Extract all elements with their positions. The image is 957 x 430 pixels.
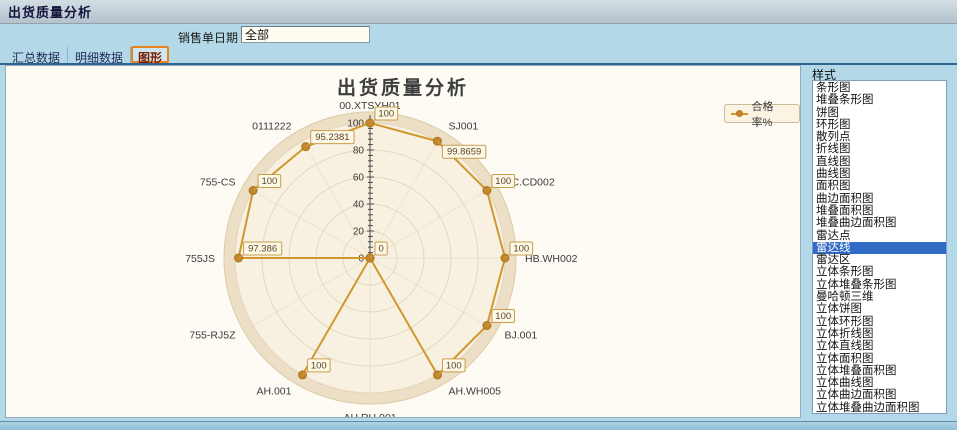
status-strip	[0, 421, 957, 430]
tab-summary-data[interactable]: 汇总数据	[5, 47, 68, 63]
style-list-item[interactable]: 立体面积图	[813, 353, 946, 365]
style-list-item[interactable]: 雷达点	[813, 230, 946, 242]
radar-category-label: SJ001	[449, 120, 479, 132]
radar-value-label: 100	[261, 176, 277, 187]
style-list-item[interactable]: 饼图	[813, 107, 946, 119]
style-list-item[interactable]: 立体环形图	[813, 316, 946, 328]
radar-value-label: 100	[311, 360, 327, 371]
style-list-item[interactable]: 直线图	[813, 156, 946, 168]
radar-axis-tick-label: 40	[353, 200, 365, 211]
style-list-item[interactable]: 立体堆叠曲边面积图	[813, 402, 946, 414]
style-list-item[interactable]: 立体折线图	[813, 328, 946, 340]
radar-data-point	[249, 187, 257, 195]
style-list-item[interactable]: 立体曲边面积图	[813, 389, 946, 401]
style-list-item[interactable]: 堆叠曲边面积图	[813, 217, 946, 229]
window-title: 出货质量分析	[8, 2, 92, 21]
style-list-item[interactable]: 立体堆叠面积图	[813, 365, 946, 377]
radar-value-label: 97.386	[248, 244, 277, 255]
style-listbox[interactable]: 条形图堆叠条形图饼图环形图散列点折线图直线图曲线图面积图曲边面积图堆叠面积图堆叠…	[812, 80, 947, 414]
legend-line-marker-icon	[731, 110, 748, 117]
radar-value-label: 100	[513, 244, 529, 255]
radar-category-label: 755-RJ5Z	[189, 330, 236, 342]
style-sidebar: 样式 条形图堆叠条形图饼图环形图散列点折线图直线图曲线图面积图曲边面积图堆叠面积…	[808, 65, 950, 418]
radar-value-label: 100	[495, 311, 511, 322]
radar-category-label: 0111222	[252, 120, 291, 132]
style-list-item[interactable]: 雷达线	[813, 242, 946, 254]
style-list-item[interactable]: 立体堆叠条形图	[813, 279, 946, 291]
radar-category-label: HB.WH002	[525, 253, 578, 265]
style-list-item[interactable]: 曲线图	[813, 168, 946, 180]
sales-date-label: 销售单日期	[0, 29, 238, 46]
radar-category-label: AH.001	[256, 386, 291, 398]
style-list-item[interactable]: 散列点	[813, 131, 946, 143]
style-list-item[interactable]: 立体饼图	[813, 303, 946, 315]
chart-title: 出货质量分析	[6, 73, 800, 100]
radar-category-label: 755JS	[185, 253, 215, 265]
style-list-item[interactable]: 条形图	[813, 82, 946, 94]
style-list-item[interactable]: 立体条形图	[813, 266, 946, 278]
legend-label: 合格率%	[752, 98, 794, 130]
chart-legend: 合格率%	[724, 104, 800, 123]
tab-graph[interactable]: 图形	[131, 46, 169, 63]
radar-axis-tick-label: 60	[353, 173, 365, 184]
radar-category-label: 755-CS	[200, 177, 236, 189]
style-list-item[interactable]: 堆叠面积图	[813, 205, 946, 217]
style-list-item[interactable]: 曼哈顿三维	[813, 291, 946, 303]
radar-value-label: 100	[378, 109, 394, 120]
radar-value-label: 100	[446, 360, 462, 371]
style-list-item[interactable]: 堆叠条形图	[813, 94, 946, 106]
style-list-item[interactable]: 环形图	[813, 119, 946, 131]
radar-category-label: BJ.001	[505, 330, 538, 342]
radar-chart: 02040608010000.XTSYH01SJ001SC.CD002HB.WH…	[6, 66, 800, 417]
radar-category-label: AH.WH005	[449, 386, 502, 398]
tab-detail-data[interactable]: 明细数据	[68, 47, 131, 63]
radar-axis-tick-label: 20	[353, 227, 365, 238]
tab-bar: 汇总数据明细数据图形	[5, 46, 169, 63]
chart-panel: 02040608010000.XTSYH01SJ001SC.CD002HB.WH…	[5, 65, 801, 418]
radar-axis-tick-label: 80	[353, 146, 365, 157]
radar-value-label: 100	[495, 176, 511, 187]
sales-date-input[interactable]	[241, 26, 370, 43]
radar-value-label: 95.2381	[315, 132, 349, 143]
style-list-item[interactable]: 面积图	[813, 180, 946, 192]
radar-value-label: 99.8659	[447, 147, 481, 158]
style-list-item[interactable]: 雷达区	[813, 254, 946, 266]
window-title-bar: 出货质量分析	[0, 0, 957, 24]
style-list-item[interactable]: 折线图	[813, 143, 946, 155]
radar-category-label: AH.RH.001	[343, 412, 396, 417]
style-list-item[interactable]: 立体曲线图	[813, 377, 946, 389]
style-list-item[interactable]: 立体直线图	[813, 340, 946, 352]
style-list-item[interactable]: 曲边面积图	[813, 193, 946, 205]
radar-value-label: 0	[378, 244, 383, 255]
